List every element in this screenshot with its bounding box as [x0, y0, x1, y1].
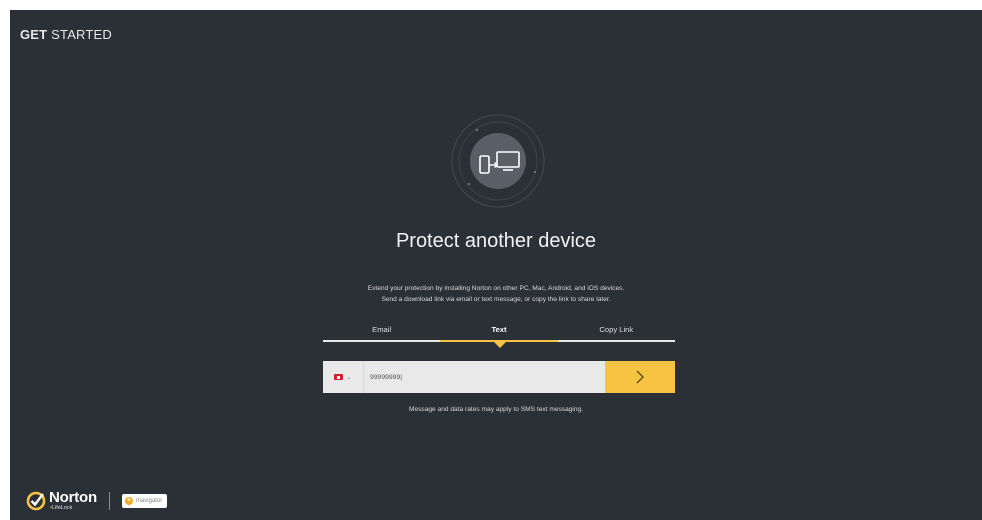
description-line-2: Send a download link via email or text m…: [381, 296, 611, 303]
devices-icon: [449, 112, 547, 210]
chevron-down-icon: ⌄: [346, 374, 352, 381]
lifelock-wordmark: •LifeLock: [50, 505, 73, 512]
norton-check-icon: [26, 491, 46, 511]
app-window: GET STARTED Protect another device Exten…: [10, 10, 982, 520]
page-header-title: GET STARTED: [20, 27, 112, 42]
header-title-rest: STARTED: [51, 27, 113, 42]
phone-input-row: ⌄: [323, 361, 675, 393]
send-link-button[interactable]: [605, 361, 675, 393]
tab-email[interactable]: Email: [323, 322, 440, 346]
page-title: Protect another device: [395, 230, 597, 252]
norton-lifelock-logo: Norton •LifeLock: [26, 490, 97, 512]
partner-logo: + mavigator: [121, 494, 168, 508]
description-line-1: Extend your protection by installing Nor…: [367, 285, 625, 292]
phone-number-input[interactable]: [363, 361, 605, 393]
flag-icon: [334, 374, 344, 380]
chevron-right-icon: [636, 370, 644, 384]
header-title-bold: GET: [20, 27, 48, 42]
sms-rates-note: Message and data rates may apply to SMS …: [408, 406, 584, 413]
footer-logos: Norton •LifeLock + mavigator: [26, 486, 168, 516]
description: Extend your protection by installing Nor…: [10, 283, 982, 305]
plus-icon: +: [124, 497, 133, 505]
norton-wordmark: Norton: [49, 489, 97, 507]
partner-wordmark: mavigator: [135, 498, 163, 504]
footer-divider: [108, 492, 110, 510]
tab-copy-link[interactable]: Copy Link: [558, 322, 675, 346]
country-code-select[interactable]: ⌄: [323, 361, 363, 393]
active-tab-caret-icon: [494, 342, 506, 348]
